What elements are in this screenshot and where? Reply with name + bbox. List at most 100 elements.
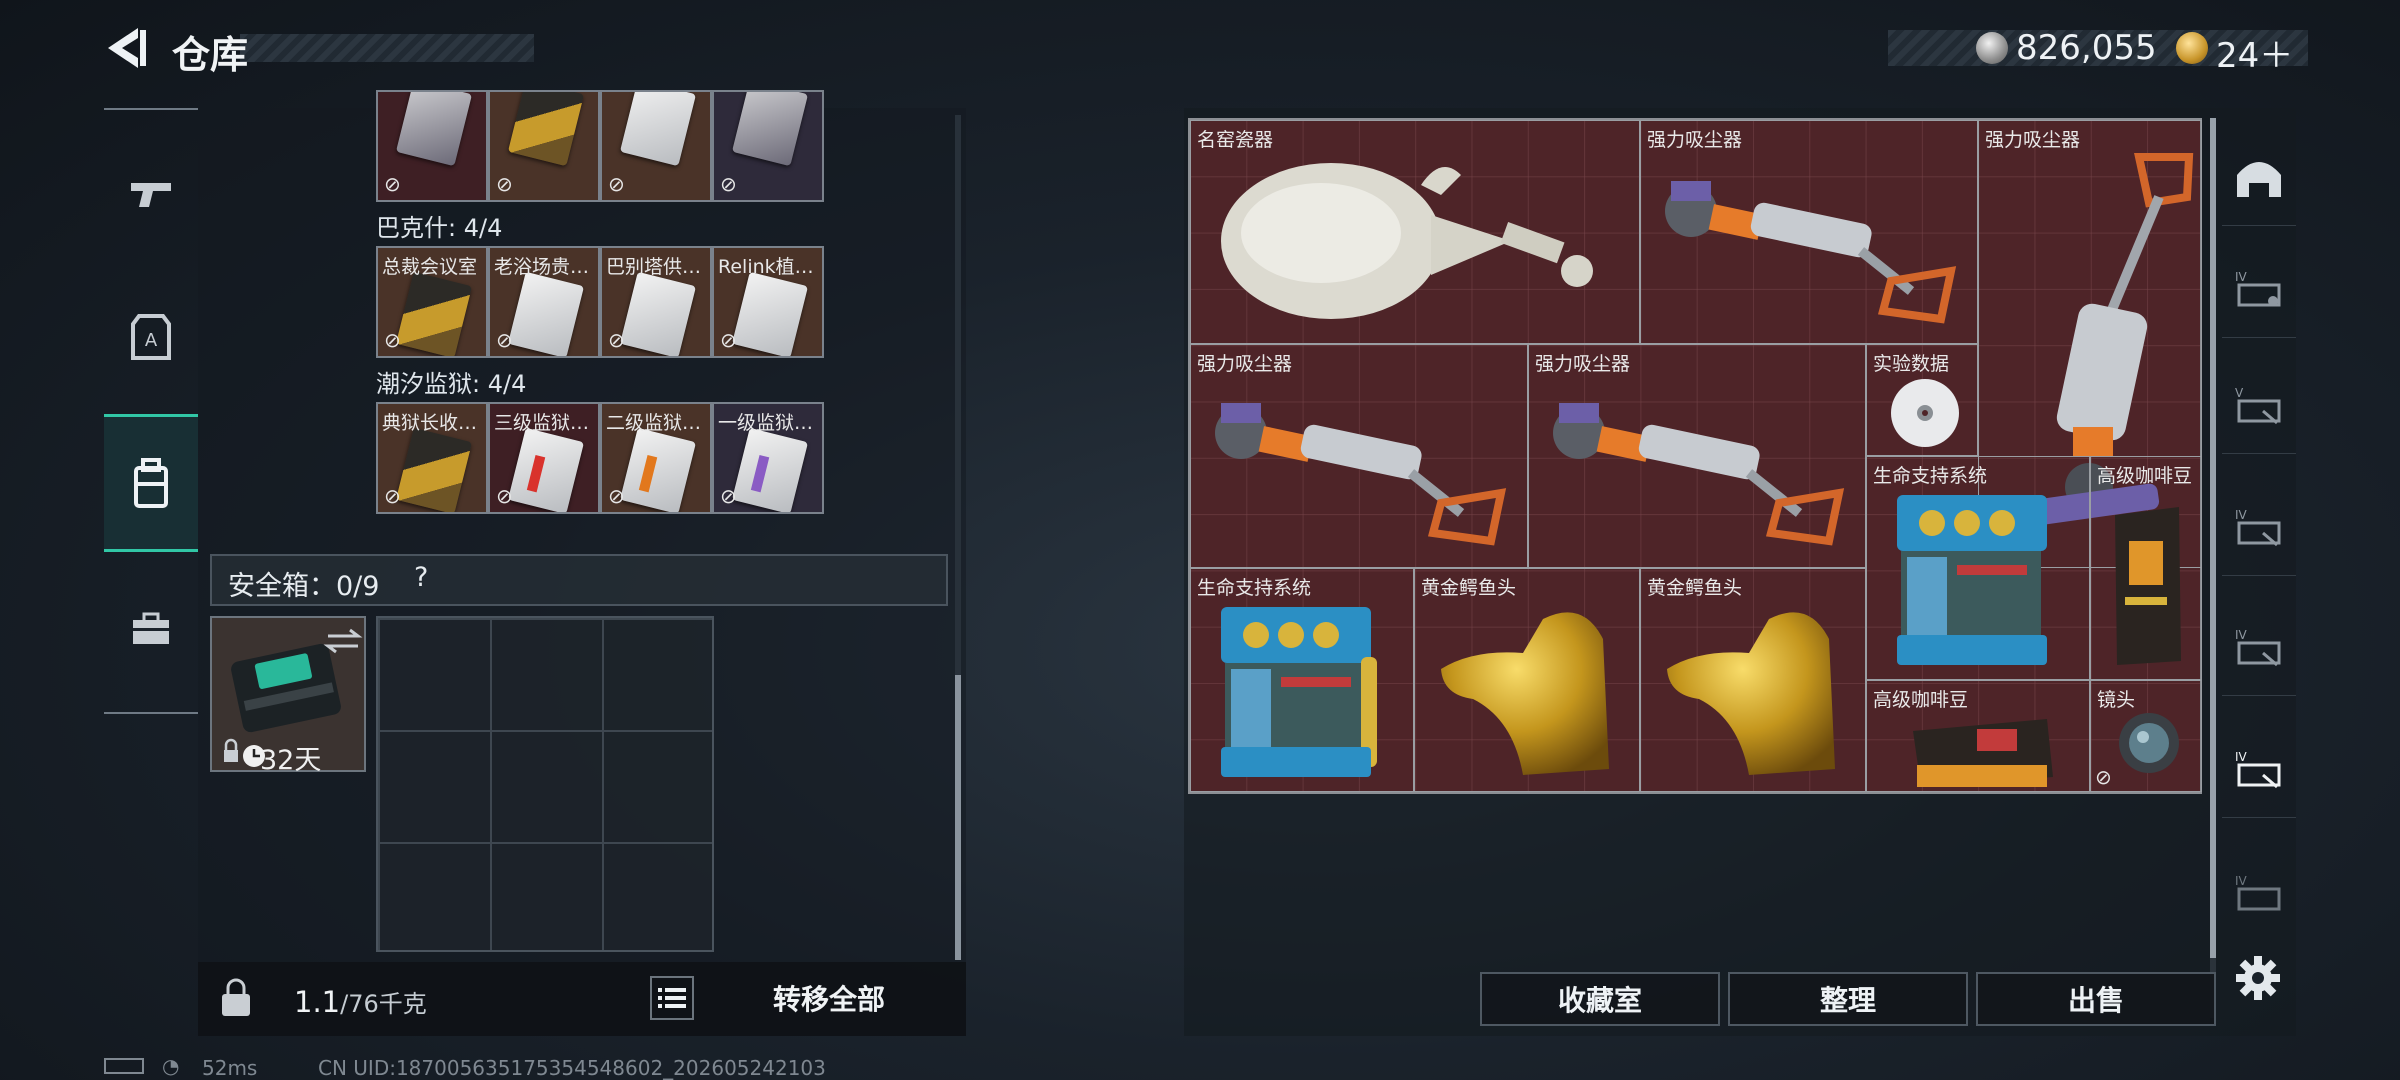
svg-text:V: V: [2235, 386, 2244, 400]
keycard-slot[interactable]: 二级监狱… ⊘: [600, 402, 712, 514]
keycard-slot[interactable]: ⊘: [600, 90, 712, 202]
back-button[interactable]: [100, 22, 152, 74]
vault-icon: [2237, 161, 2281, 197]
safe-box-grid[interactable]: [376, 616, 714, 952]
storage-level-icon: V: [2235, 386, 2281, 424]
gold-token-icon: [2176, 32, 2208, 64]
locked-icon: ⊘: [496, 328, 513, 352]
rail-divider: [104, 108, 198, 110]
svg-text:IV: IV: [2235, 270, 2248, 284]
list-view-button[interactable]: [650, 976, 694, 1020]
rail-divider: [104, 712, 198, 714]
safe-box-label: 安全箱：0/9: [228, 571, 380, 602]
item-life-support[interactable]: 生命支持系统: [1190, 568, 1414, 792]
storage-level-icon: IV: [2235, 628, 2281, 666]
storage-level-icon: IV: [2235, 750, 2281, 788]
wifi-icon: ◔: [162, 1054, 180, 1078]
keycard-slot[interactable]: 典狱长收… ⊘: [376, 402, 488, 514]
item-vacuum[interactable]: 强力吸尘器: [1528, 344, 1866, 568]
keycard-slot[interactable]: ⊘: [488, 90, 600, 202]
gear-icon: [2236, 956, 2280, 1000]
collection-button[interactable]: 收藏室: [1480, 972, 1720, 1026]
storage-tab-iv-3[interactable]: IV: [2222, 598, 2296, 696]
keycard-slot[interactable]: 三级监狱… ⊘: [488, 402, 600, 514]
keycard-slot[interactable]: Relink植… ⊘: [712, 246, 824, 358]
locked-icon: ⊘: [496, 172, 513, 196]
uid-text: CN UID:187005635175354548602_20260524210…: [318, 1056, 826, 1080]
armor-icon: A: [131, 314, 171, 360]
storage-tab-v-1[interactable]: V: [2222, 356, 2296, 454]
locked-icon: ⊘: [608, 484, 625, 508]
storage-tab-iv-active[interactable]: IV: [2222, 720, 2296, 818]
item-lens[interactable]: 镜头 ⊘: [2090, 680, 2202, 792]
storage-level-icon: IV: [2235, 874, 2281, 911]
locked-icon: ⊘: [720, 328, 737, 352]
keycard-group-label: 潮汐监狱: 4/4: [376, 370, 527, 398]
page-title: 仓库: [172, 33, 249, 77]
storage-tab-iv-2[interactable]: IV: [2222, 478, 2296, 576]
settings-button[interactable]: [2234, 954, 2282, 1002]
svg-text:A: A: [145, 330, 158, 351]
item-vacuum[interactable]: 强力吸尘器: [1640, 120, 1978, 344]
vacuum-icon: [1665, 181, 1957, 324]
keycard-group-label: 巴克什: 4/4: [376, 214, 503, 242]
porcelain-vase-icon: [1221, 163, 1593, 319]
svg-text:IV: IV: [2235, 628, 2248, 642]
keycard-slot[interactable]: 一级监狱… ⊘: [712, 402, 824, 514]
locked-icon: ⊘: [496, 484, 513, 508]
keycard-slot[interactable]: 巴别塔供… ⊘: [600, 246, 712, 358]
item-vacuum[interactable]: 强力吸尘器: [1190, 344, 1528, 568]
token-amount[interactable]: 24＋: [2216, 28, 2293, 77]
swap-icon: [323, 628, 363, 654]
silver-coin-icon: [1976, 32, 2008, 64]
keycard-row-top: ⊘ ⊘ ⊘ ⊘: [376, 90, 824, 204]
vacuum-icon: [1215, 403, 1507, 546]
locked-icon: ⊘: [384, 172, 401, 196]
item-gold-croc-head[interactable]: 黄金鳄鱼头: [1414, 568, 1640, 792]
coffee-bag-icon: [2115, 507, 2181, 665]
coffee-bag-icon: [1913, 719, 2053, 787]
transfer-all-button[interactable]: 转移全部: [716, 970, 942, 1026]
title-decoration: [240, 34, 534, 62]
rail-tab-weapons[interactable]: [104, 124, 198, 262]
lens-icon: [2119, 713, 2179, 773]
backpack-scroll-thumb[interactable]: [955, 675, 961, 960]
storage-tab-iv-4[interactable]: IV: [2222, 844, 2296, 942]
item-data-disc[interactable]: 实验数据: [1866, 344, 1978, 456]
keycard-row-group1: 总裁会议室 ⊘ 老浴场贵… ⊘ 巴别塔供… ⊘ Relink植… ⊘: [376, 246, 824, 358]
briefcase-icon: [133, 612, 169, 644]
vacuum-icon: [1553, 403, 1845, 546]
locked-icon: ⊘: [2095, 765, 2112, 789]
keycard-slot[interactable]: 老浴场贵… ⊘: [488, 246, 600, 358]
disc-icon: [1891, 379, 1959, 447]
backpack-icon: [134, 458, 168, 508]
locked-icon: ⊘: [608, 172, 625, 196]
item-coffee[interactable]: 高级咖啡豆: [1866, 680, 2090, 792]
locked-icon: ⊘: [608, 328, 625, 352]
keycard-slot[interactable]: 总裁会议室 ⊘: [376, 246, 488, 358]
storage-level-icon: IV: [2235, 270, 2281, 306]
svg-text:IV: IV: [2235, 508, 2248, 522]
sell-button[interactable]: 出售: [1976, 972, 2216, 1026]
item-gold-croc-head[interactable]: 黄金鳄鱼头: [1640, 568, 1866, 792]
keycard-slot[interactable]: ⊘: [712, 90, 824, 202]
keycard-slot[interactable]: ⊘: [376, 90, 488, 202]
keycard-row-group2: 典狱长收… ⊘ 三级监狱… ⊘ 二级监狱… ⊘ 一级监狱… ⊘: [376, 402, 824, 514]
locked-icon: ⊘: [720, 172, 737, 196]
croc-head-icon: [1441, 612, 1609, 775]
rail-tab-case[interactable]: [104, 560, 198, 698]
help-icon[interactable]: ?: [414, 562, 428, 593]
item-porcelain[interactable]: 名窑瓷器: [1190, 120, 1640, 344]
storage-scroll-thumb[interactable]: [2210, 118, 2216, 958]
gun-icon: [131, 183, 171, 207]
battery-icon: [104, 1058, 144, 1074]
storage-tab-home[interactable]: [2222, 128, 2296, 226]
rail-tab-armor[interactable]: A: [104, 268, 198, 406]
item-coffee[interactable]: 高级咖啡豆: [2090, 456, 2202, 680]
life-support-icon: [1221, 607, 1377, 777]
storage-tab-iv-1[interactable]: IV: [2222, 240, 2296, 338]
organize-button[interactable]: 整理: [1728, 972, 1968, 1026]
item-life-support[interactable]: 生命支持系统: [1866, 456, 2090, 680]
weight-current: 1.1: [294, 985, 341, 1019]
rail-tab-backpack[interactable]: [104, 414, 198, 552]
